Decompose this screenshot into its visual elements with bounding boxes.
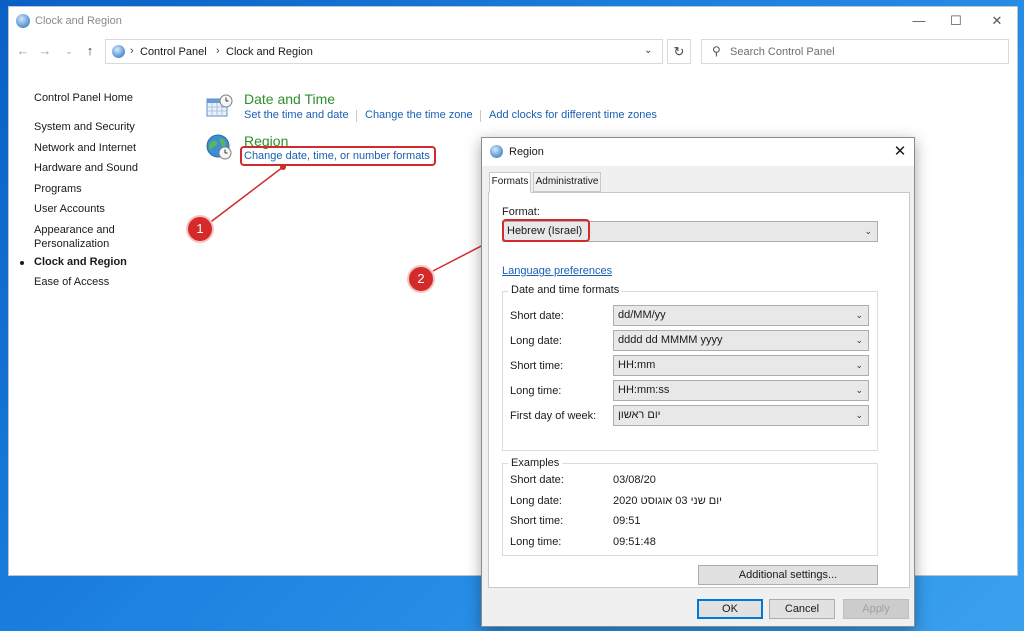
example-short-time-value: 09:51 bbox=[613, 515, 641, 527]
first-day-dropdown[interactable]: יום ראשון ⌄ bbox=[613, 405, 869, 426]
short-date-value: dd/MM/yy bbox=[618, 309, 666, 321]
long-time-value: HH:mm:ss bbox=[618, 384, 670, 396]
ok-button[interactable]: OK bbox=[697, 599, 763, 619]
chevron-down-icon: ⌄ bbox=[855, 335, 863, 345]
short-time-label: Short time: bbox=[510, 360, 564, 372]
short-time-value: HH:mm bbox=[618, 359, 656, 371]
apply-button[interactable]: Apply bbox=[843, 599, 909, 619]
region-dialog: Region ✕ Formats Administrative Format: … bbox=[481, 137, 915, 627]
example-long-date-label: Long date: bbox=[510, 495, 562, 507]
language-preferences-link[interactable]: Language preferences bbox=[502, 265, 612, 277]
example-short-time-label: Short time: bbox=[510, 515, 564, 527]
dialog-title-bar: Region ✕ bbox=[482, 138, 914, 166]
cancel-button[interactable]: Cancel bbox=[769, 599, 835, 619]
dialog-title: Region bbox=[509, 146, 544, 158]
first-day-value: יום ראשון bbox=[618, 409, 661, 421]
examples-caption: Examples bbox=[508, 457, 563, 469]
example-short-date-value: 03/08/20 bbox=[613, 474, 656, 486]
chevron-down-icon: ⌄ bbox=[855, 360, 863, 370]
additional-settings-button[interactable]: Additional settings... bbox=[698, 565, 878, 585]
long-time-label: Long time: bbox=[510, 385, 562, 397]
close-icon[interactable]: ✕ bbox=[888, 141, 912, 163]
example-long-time-label: Long time: bbox=[510, 536, 562, 548]
short-date-label: Short date: bbox=[510, 310, 564, 322]
tab-formats[interactable]: Formats bbox=[489, 172, 531, 193]
chevron-down-icon: ⌄ bbox=[864, 226, 872, 236]
example-long-time-value: 09:51:48 bbox=[613, 536, 656, 548]
chevron-down-icon: ⌄ bbox=[855, 310, 863, 320]
long-time-dropdown[interactable]: HH:mm:ss ⌄ bbox=[613, 380, 869, 401]
example-short-date-label: Short date: bbox=[510, 474, 564, 486]
chevron-down-icon: ⌄ bbox=[855, 410, 863, 420]
date-time-formats-caption: Date and time formats bbox=[508, 284, 623, 296]
annotation-dot-1 bbox=[280, 164, 286, 170]
formats-panel: Format: Hebrew (Israel) ⌄ Language prefe… bbox=[488, 192, 910, 588]
globe-icon bbox=[490, 145, 503, 158]
step-badge-2: 2 bbox=[407, 265, 435, 293]
short-time-dropdown[interactable]: HH:mm ⌄ bbox=[613, 355, 869, 376]
tab-administrative[interactable]: Administrative bbox=[533, 172, 601, 192]
highlight-box-2 bbox=[502, 219, 590, 242]
long-date-dropdown[interactable]: dddd dd MMMM yyyy ⌄ bbox=[613, 330, 869, 351]
long-date-value: dddd dd MMMM yyyy bbox=[618, 334, 723, 346]
annotation-line-1 bbox=[207, 166, 284, 225]
format-label: Format: bbox=[502, 206, 540, 218]
first-day-label: First day of week: bbox=[510, 410, 597, 422]
example-long-date-value: יום שני 03 אוגוסט 2020 bbox=[613, 495, 722, 507]
step-badge-1: 1 bbox=[186, 215, 214, 243]
short-date-dropdown[interactable]: dd/MM/yy ⌄ bbox=[613, 305, 869, 326]
chevron-down-icon: ⌄ bbox=[855, 385, 863, 395]
long-date-label: Long date: bbox=[510, 335, 562, 347]
